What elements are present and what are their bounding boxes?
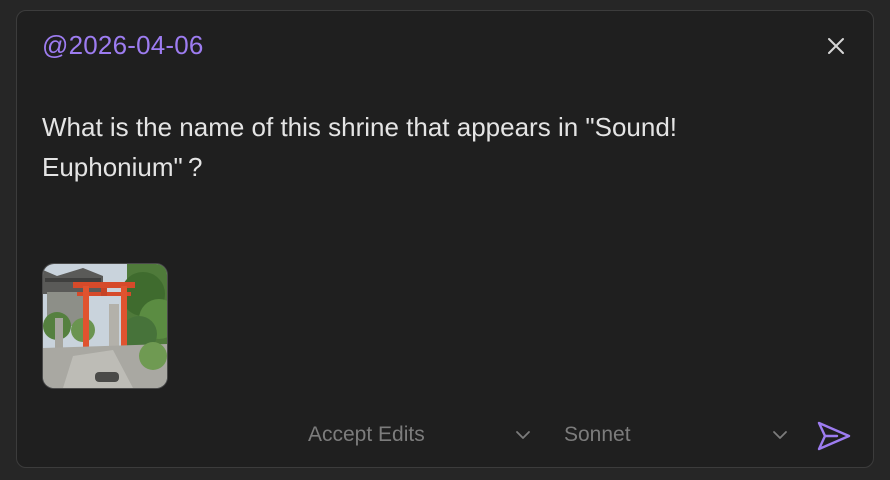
message-text[interactable]: What is the name of this shrine that app…	[42, 107, 802, 187]
composer-panel: @2026-04-06 What is the name of this shr…	[16, 10, 874, 468]
send-button[interactable]	[814, 416, 854, 456]
send-icon	[817, 421, 851, 451]
model-select[interactable]: Sonnet	[564, 417, 794, 453]
mode-select-value: Accept Edits	[308, 423, 425, 446]
chevron-down-icon	[516, 431, 530, 439]
mention-tag[interactable]: @2026-04-06	[42, 30, 204, 61]
close-icon	[828, 38, 844, 54]
chevron-down-icon	[773, 431, 787, 439]
image-attachment[interactable]	[42, 263, 168, 389]
close-button[interactable]	[821, 31, 851, 61]
mode-select[interactable]: Accept Edits	[308, 417, 538, 453]
shrine-photo	[43, 264, 167, 388]
model-select-value: Sonnet	[564, 423, 631, 446]
